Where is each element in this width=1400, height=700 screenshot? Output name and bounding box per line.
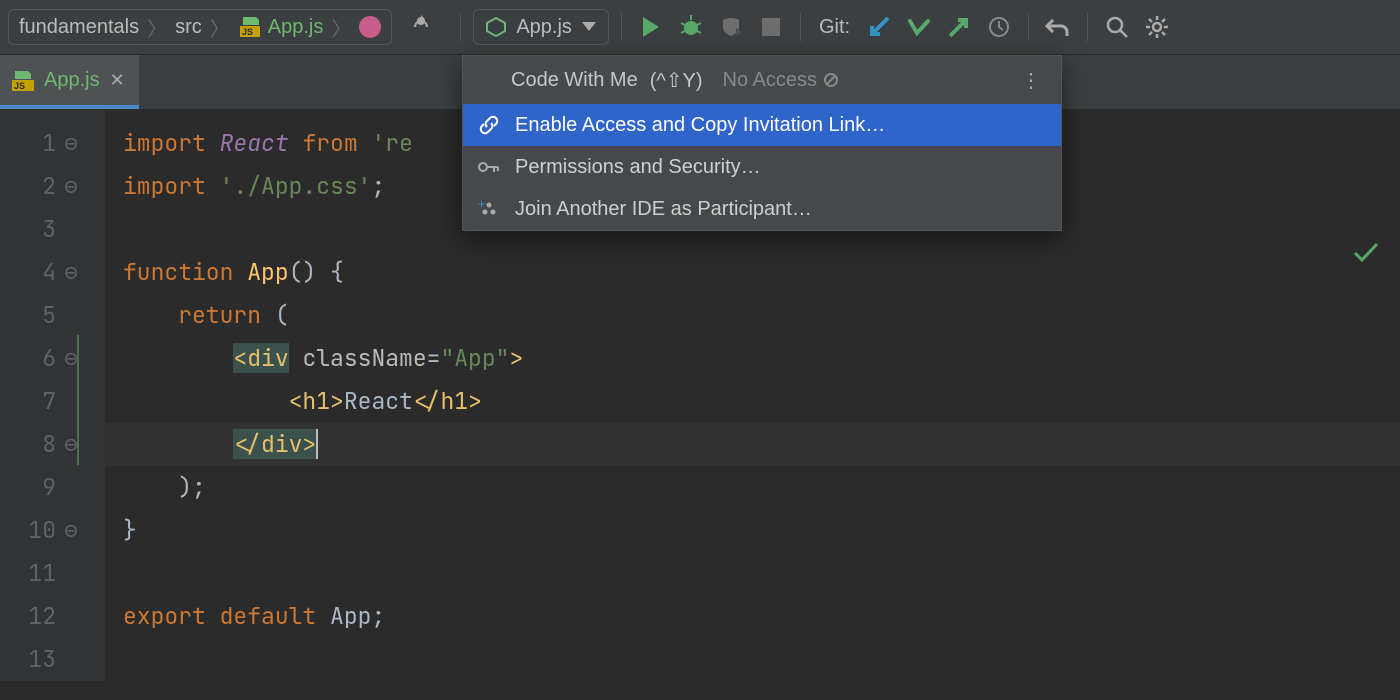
breadcrumb-sep: 〉 <box>210 13 230 42</box>
popup-item-permissions[interactable]: Permissions and Security… <box>463 146 1061 188</box>
toolbar-separator <box>621 13 622 41</box>
key-icon <box>477 158 501 176</box>
line-number: 9 <box>0 466 56 509</box>
line-number: 1 <box>0 122 56 165</box>
js-file-icon: JS <box>238 16 260 38</box>
close-icon[interactable]: ✕ <box>110 70 125 91</box>
code-line[interactable]: <div className="App"> <box>105 337 1400 380</box>
nodejs-icon <box>486 17 506 37</box>
line-number: 6 <box>0 337 56 380</box>
popup-item-label: Join Another IDE as Participant… <box>515 198 812 221</box>
line-number: 11 <box>0 552 56 595</box>
code-line[interactable]: export default App; <box>105 595 1400 638</box>
code-line[interactable]: ); <box>105 466 1400 509</box>
fold-icon[interactable]: ⊖ <box>56 122 86 165</box>
gutter: 1⊖ 2⊖ 3 4⊖ 5 6⊖ 7 8⊖ 9 10⊖ 11 12 13 <box>0 110 105 681</box>
line-number: 8 <box>0 423 56 466</box>
stop-button[interactable] <box>754 10 788 44</box>
popup-item-join[interactable]: + Join Another IDE as Participant… <box>463 188 1061 230</box>
line-number: 13 <box>0 638 56 681</box>
blocked-icon <box>823 72 839 88</box>
popup-item-label: Enable Access and Copy Invitation Link… <box>515 114 885 137</box>
popup-item-label: Permissions and Security… <box>515 156 761 179</box>
code-line[interactable]: return ( <box>105 294 1400 337</box>
inspection-ok-icon[interactable] <box>1352 240 1380 264</box>
popup-shortcut: (^⇧Y) <box>650 68 703 93</box>
debug-button[interactable] <box>674 10 708 44</box>
line-number: 4 <box>0 251 56 294</box>
breadcrumb-project[interactable]: fundamentals <box>19 16 139 39</box>
line-number: 10 <box>0 509 56 552</box>
more-icon[interactable]: ⋮ <box>1021 68 1043 93</box>
line-number: 7 <box>0 380 56 423</box>
git-commit-button[interactable] <box>902 10 936 44</box>
settings-button[interactable] <box>1140 10 1174 44</box>
git-history-button[interactable] <box>982 10 1016 44</box>
run-config-name: App.js <box>516 16 572 39</box>
toolbar-separator <box>1087 13 1088 41</box>
line-number: 3 <box>0 208 56 251</box>
popup-access-status: No Access <box>723 69 839 92</box>
line-number: 2 <box>0 165 56 208</box>
code-line[interactable] <box>105 552 1400 595</box>
line-number: 5 <box>0 294 56 337</box>
toolbar-separator <box>800 13 801 41</box>
function-icon[interactable] <box>359 16 381 38</box>
toolbar-separator <box>460 13 461 41</box>
code-with-me-popup: Code With Me (^⇧Y) No Access ⋮ Enable Ac… <box>462 55 1062 231</box>
join-icon: + <box>477 200 501 218</box>
breadcrumb-sep: 〉 <box>331 13 351 42</box>
popup-title: Code With Me <box>511 69 638 92</box>
fold-icon[interactable]: ⊖ <box>56 423 86 466</box>
indent-guide <box>77 335 79 465</box>
code-line[interactable]: </div> <box>105 423 1400 466</box>
fold-icon[interactable]: ⊖ <box>56 337 86 380</box>
tab-app-js[interactable]: JS App.js ✕ <box>0 55 139 109</box>
chevron-down-icon <box>582 22 596 32</box>
popup-item-enable-access[interactable]: Enable Access and Copy Invitation Link… <box>463 104 1061 146</box>
coverage-button[interactable] <box>714 10 748 44</box>
fold-icon[interactable]: ⊖ <box>56 251 86 294</box>
git-label: Git: <box>819 16 850 39</box>
git-push-button[interactable] <box>942 10 976 44</box>
fold-icon[interactable]: ⊖ <box>56 165 86 208</box>
tab-label: App.js <box>44 69 100 92</box>
git-update-button[interactable] <box>862 10 896 44</box>
code-line[interactable] <box>105 638 1400 681</box>
line-number: 12 <box>0 595 56 638</box>
toolbar-separator <box>1028 13 1029 41</box>
code-line[interactable]: function App() { <box>105 251 1400 294</box>
run-button[interactable] <box>634 10 668 44</box>
svg-text:JS: JS <box>242 27 253 37</box>
popup-header: Code With Me (^⇧Y) No Access ⋮ <box>463 56 1061 104</box>
code-with-me-button[interactable] <box>398 10 448 44</box>
code-line[interactable]: } <box>105 509 1400 552</box>
breadcrumb-file[interactable]: App.js <box>268 16 324 39</box>
breadcrumb-folder[interactable]: src <box>175 16 202 39</box>
svg-text:+: + <box>478 200 485 211</box>
toolbar: fundamentals 〉 src 〉 JS App.js 〉 App.js … <box>0 0 1400 55</box>
search-button[interactable] <box>1100 10 1134 44</box>
undo-button[interactable] <box>1041 10 1075 44</box>
breadcrumb-sep: 〉 <box>147 13 167 42</box>
breadcrumb[interactable]: fundamentals 〉 src 〉 JS App.js 〉 <box>8 9 392 45</box>
svg-text:JS: JS <box>14 81 25 91</box>
js-file-icon: JS <box>12 69 34 91</box>
link-icon <box>477 115 501 135</box>
code-line[interactable]: <h1>React</h1> <box>105 380 1400 423</box>
fold-icon[interactable]: ⊖ <box>56 509 86 552</box>
run-configuration-selector[interactable]: App.js <box>473 9 609 45</box>
